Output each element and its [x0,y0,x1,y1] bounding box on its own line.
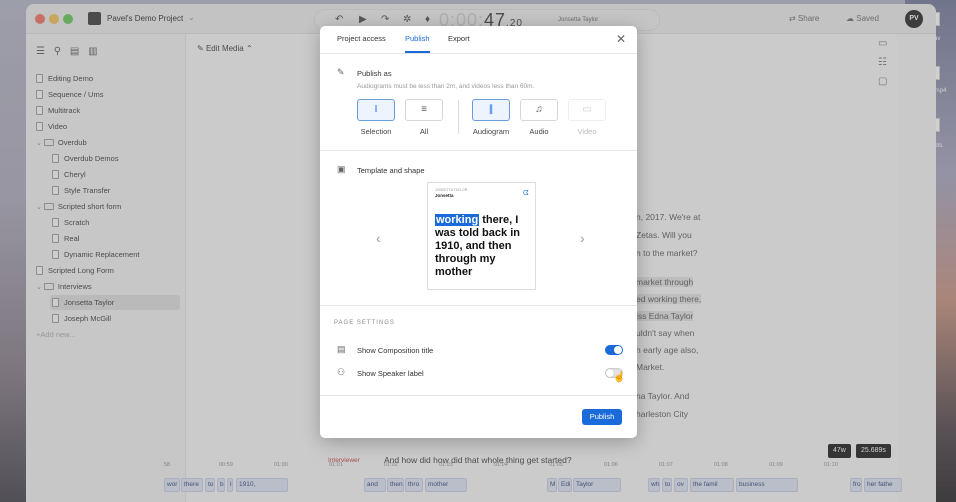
divider [458,100,459,134]
waveform-icon: ∥ [488,104,494,115]
text-cursor-icon: I [374,104,378,115]
publish-dialog: Project access Publish Export ✕ ✎ Publis… [320,26,637,438]
chevron-left-icon[interactable]: ‹ [376,230,381,246]
selection-label: Selection [360,127,392,136]
speaker-icon: ⚇ [337,367,346,377]
publish-as-title: Publish as [357,69,392,78]
template-icon: ▣ [337,164,346,174]
publish-button[interactable]: Publish [582,409,622,425]
divider [320,395,637,396]
page-settings-heading: PAGE SETTINGS [334,320,395,326]
music-note-icon: ♫ [535,104,543,115]
show-speaker-label: Show Speaker label [357,369,424,378]
template-title: Template and shape [357,166,425,175]
divider [320,150,637,151]
toggle-knob [614,346,622,354]
hand-cursor-icon: ☝ [613,372,626,383]
tab-publish[interactable]: Publish [405,34,430,53]
preview-speaker-name: Jonsetta [435,193,454,198]
show-title-toggle[interactable] [605,345,623,355]
video-label: Video [577,127,597,136]
audiogram-label: Audiogram [472,127,510,136]
preview-caption: working there, I was told back in 1910, … [435,214,533,279]
tab-project-access[interactable]: Project access [337,34,386,51]
preview-speaker-small: JONSETTA TAYLOR [435,188,468,192]
pencil-icon: ✎ [337,67,345,77]
publish-all-option[interactable]: ≡ [405,99,443,121]
close-icon[interactable]: ✕ [616,32,626,46]
template-preview[interactable]: JONSETTA TAYLOR Jonsetta ᗧ working there… [427,182,536,290]
divider [320,305,637,306]
video-icon: ▭ [582,104,592,115]
publish-video-option[interactable]: ▭ [568,99,606,121]
publish-audio-option[interactable]: ♫ [520,99,558,121]
audio-label: Audio [529,127,549,136]
dialog-tabs: Project access Publish Export ✕ [320,26,637,54]
publish-as-hint: Audiograms must be less than 2m, and vid… [357,83,535,90]
chevron-right-icon[interactable]: › [580,230,585,246]
document-icon: ≡ [421,104,427,115]
preview-highlight-word: working [435,214,480,226]
show-title-label: Show Composition title [357,346,434,355]
tab-export[interactable]: Export [448,34,470,51]
all-label: All [419,127,429,136]
publish-audiogram-option[interactable]: ∥ [472,99,510,121]
logo-icon: ᗧ [523,190,529,197]
title-icon: ▤ [337,344,346,354]
publish-selection-option[interactable]: I [357,99,395,121]
